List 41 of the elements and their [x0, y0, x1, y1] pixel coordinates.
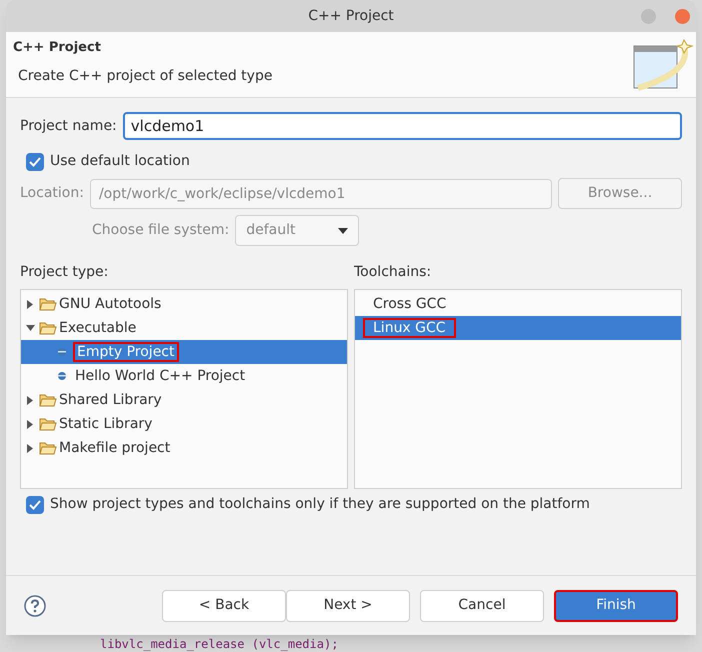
checkbox[interactable]	[26, 496, 44, 514]
expand-arrow-icon	[27, 396, 33, 404]
collapse-arrow-icon	[26, 325, 34, 331]
toolchain-item[interactable]: Linux GCC	[355, 316, 681, 340]
checkbox-label: Show project types and toolchains only if they are supported on the platform	[50, 495, 590, 514]
dialog-button[interactable]: Next >	[286, 590, 410, 622]
tree-item[interactable]: Hello World C++ Project	[21, 364, 347, 388]
field-label: Project name:	[20, 116, 117, 136]
tree-item[interactable]: Executable	[21, 316, 347, 340]
field-label: Location:	[20, 184, 84, 203]
project-name-field[interactable]: vlcdemo1	[122, 112, 682, 140]
checkbox-label: Use default location	[50, 152, 190, 171]
folder-icon	[39, 321, 57, 335]
folder-icon	[39, 393, 57, 407]
bullet-icon	[57, 371, 67, 381]
field-label: Choose file system:	[92, 221, 230, 240]
tree-item[interactable]: Empty Project	[21, 340, 347, 364]
background-code: libvlc_media_release (vlc_media);	[100, 637, 338, 651]
tree-item[interactable]: GNU Autotools	[21, 292, 347, 316]
dialog-button[interactable]: Cancel	[420, 590, 544, 622]
tree-item[interactable]: Shared Library	[21, 388, 347, 412]
bullet-icon	[57, 347, 67, 357]
help-icon[interactable]	[24, 594, 46, 616]
folder-icon	[39, 441, 57, 455]
expand-arrow-icon	[27, 420, 33, 428]
caret-icon	[338, 228, 348, 234]
expand-arrow-icon	[27, 300, 33, 308]
section-label: Toolchains:	[354, 263, 432, 282]
section-label: Project type:	[20, 263, 110, 282]
toolchain-item[interactable]: Cross GCC	[355, 292, 681, 316]
checkbox[interactable]	[26, 152, 44, 170]
page-description: Create C++ project of selected type	[17, 66, 272, 86]
tree-item[interactable]: Makefile project	[21, 436, 347, 460]
dialog-button[interactable]: Finish	[554, 590, 678, 622]
page-title: C++ Project	[13, 39, 102, 57]
expand-arrow-icon	[27, 444, 33, 452]
tree-item[interactable]: Static Library	[21, 412, 347, 436]
window-title: C++ Project	[308, 6, 394, 26]
folder-icon	[39, 417, 57, 431]
dialog-button[interactable]: < Back	[162, 590, 286, 622]
folder-icon	[39, 297, 57, 311]
